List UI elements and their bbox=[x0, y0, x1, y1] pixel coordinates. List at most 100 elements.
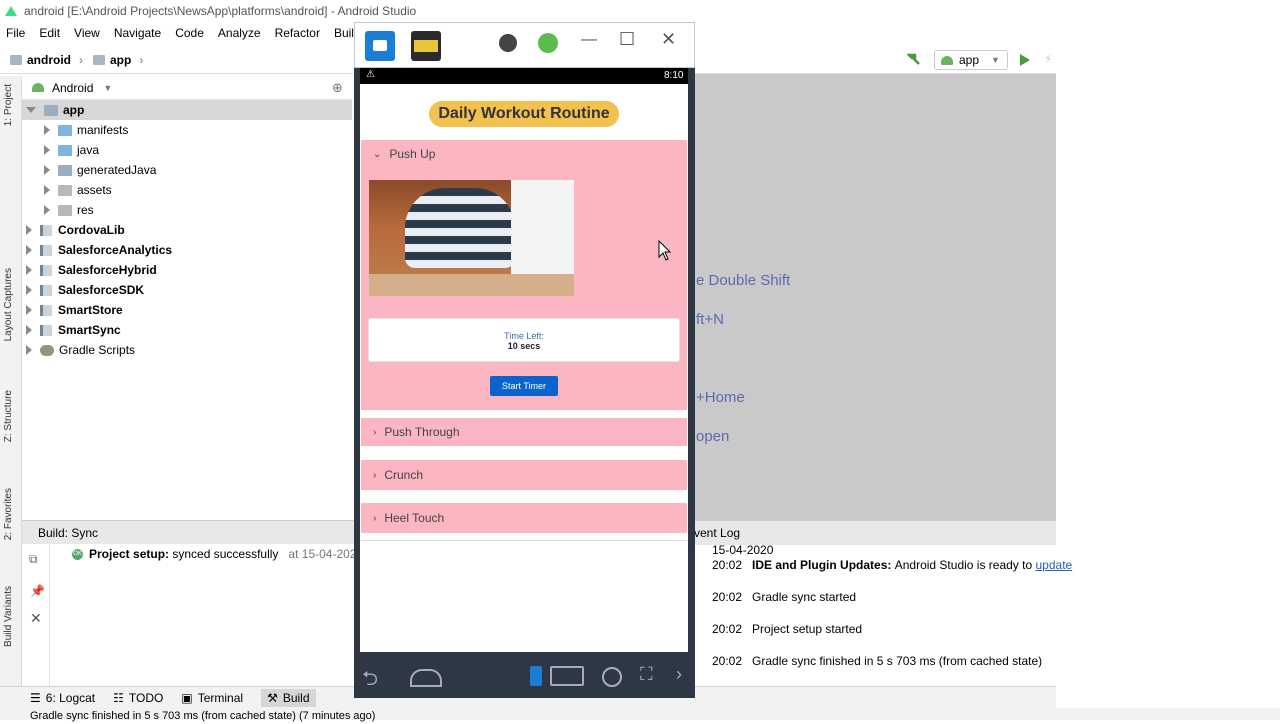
hammer-icon: ⚒ bbox=[267, 690, 278, 705]
tab-build[interactable]: ⚒ Build bbox=[261, 688, 316, 707]
tree-item-java[interactable]: java bbox=[44, 140, 99, 160]
tree-item-gradle-scripts[interactable]: Gradle Scripts bbox=[26, 340, 135, 360]
keyboard-icon[interactable] bbox=[550, 666, 584, 686]
timer-value: 10 secs bbox=[507, 341, 541, 351]
menu-view[interactable]: View bbox=[74, 26, 100, 40]
close-icon[interactable]: ✕ bbox=[661, 29, 676, 50]
logcat-icon: ☰ bbox=[30, 690, 41, 705]
minimize-icon[interactable]: — bbox=[581, 31, 597, 49]
tab-layout-captures[interactable]: Layout Captures bbox=[3, 268, 14, 341]
run-config-select[interactable]: app ▼ bbox=[934, 50, 1008, 70]
build-row-title: Project setup: bbox=[89, 547, 170, 561]
accordion-label: Push Through bbox=[384, 425, 460, 439]
app-thumbnail-icon[interactable] bbox=[411, 31, 441, 61]
accordion-label: Crunch bbox=[384, 468, 424, 482]
menu-edit[interactable]: Edit bbox=[39, 26, 60, 40]
update-link[interactable]: update bbox=[1036, 558, 1073, 572]
rotate-icon[interactable] bbox=[530, 666, 542, 686]
timer-label: Time Left: bbox=[504, 331, 544, 341]
account-icon[interactable] bbox=[499, 34, 517, 52]
folder-icon bbox=[93, 54, 105, 65]
event-row: 20:02 Project setup started bbox=[712, 622, 862, 636]
run-icon[interactable] bbox=[1020, 54, 1030, 66]
home-screen-icon[interactable] bbox=[365, 31, 395, 61]
upload-icon[interactable] bbox=[538, 33, 558, 53]
collapsed-arrow-icon bbox=[44, 185, 50, 195]
tree-item-smartstore[interactable]: SmartStore bbox=[26, 300, 123, 320]
build-sync-tab[interactable]: Build: Sync bbox=[22, 520, 354, 544]
tree-item-app[interactable]: app bbox=[26, 100, 84, 120]
accordion-crunch[interactable]: › Crunch bbox=[361, 460, 687, 490]
tree-item-salesforcesdk[interactable]: SalesforceSDK bbox=[26, 280, 144, 300]
target-icon[interactable]: ⊕ bbox=[332, 80, 343, 96]
chevron-down-icon[interactable]: ▼ bbox=[103, 83, 112, 93]
tree-item-res[interactable]: res bbox=[44, 200, 94, 220]
folder-icon bbox=[58, 124, 72, 136]
tree-item-smartsync[interactable]: SmartSync bbox=[26, 320, 121, 340]
build-log-row[interactable]: OK Project setup: synced successfully at… bbox=[72, 547, 363, 561]
restore-layout-icon[interactable]: ⧉ bbox=[29, 552, 38, 567]
tab-build-variants[interactable]: Build Variants bbox=[3, 586, 14, 647]
tree-item-generatedjava[interactable]: generatedJava bbox=[44, 160, 156, 180]
project-view-mode[interactable]: Android bbox=[52, 81, 93, 95]
close-icon[interactable]: ✕ bbox=[30, 610, 42, 627]
apply-changes-icon[interactable]: ⚡ bbox=[1044, 52, 1052, 66]
breadcrumb-label: android bbox=[27, 52, 71, 67]
breadcrumb-android[interactable]: android › bbox=[10, 53, 83, 67]
tab-favorites[interactable]: 2: Favorites bbox=[3, 488, 14, 540]
menu-refactor[interactable]: Refactor bbox=[275, 26, 320, 40]
menu-file[interactable]: File bbox=[6, 26, 25, 40]
tree-item-label: res bbox=[77, 203, 94, 217]
collapsed-arrow-icon bbox=[26, 245, 32, 255]
pin-icon[interactable]: 📌 bbox=[30, 584, 45, 598]
camera-icon[interactable] bbox=[602, 667, 622, 687]
tab-logcat[interactable]: ☰ 6: Logcat bbox=[30, 691, 95, 705]
divider bbox=[361, 540, 687, 541]
accordion-push-up[interactable]: ⌄ Push Up bbox=[361, 140, 687, 168]
menu-code[interactable]: Code bbox=[175, 26, 204, 40]
tree-item-label: SalesforceAnalytics bbox=[58, 243, 173, 257]
collapsed-arrow-icon bbox=[26, 225, 32, 235]
event-text: Gradle sync started bbox=[752, 590, 857, 604]
exercise-video[interactable] bbox=[369, 180, 574, 296]
event-time: 20:02 bbox=[712, 558, 743, 572]
tree-item-label: generatedJava bbox=[77, 163, 157, 177]
tree-item-label: Gradle Scripts bbox=[59, 343, 136, 357]
collapsed-arrow-icon bbox=[44, 205, 50, 215]
tab-project[interactable]: 1: Project bbox=[3, 84, 14, 126]
terminal-icon: ▣ bbox=[181, 690, 193, 705]
start-timer-button[interactable]: Start Timer bbox=[490, 376, 558, 396]
module-icon bbox=[40, 224, 52, 236]
editor-hint-new: ft+N bbox=[696, 311, 724, 328]
chevron-right-icon[interactable]: › bbox=[676, 664, 682, 685]
breadcrumb-label: app bbox=[110, 52, 132, 67]
tab-structure[interactable]: Z: Structure bbox=[3, 390, 14, 442]
phone-clock: 8:10 bbox=[664, 70, 684, 81]
folder-icon bbox=[58, 184, 72, 196]
tool-window-strip: 1: Project Layout Captures Z: Structure … bbox=[0, 76, 22, 686]
hammer-icon[interactable] bbox=[907, 52, 921, 66]
menu-analyze[interactable]: Analyze bbox=[218, 26, 261, 40]
tree-item-salesforceanalytics[interactable]: SalesforceAnalytics bbox=[26, 240, 172, 260]
module-icon bbox=[40, 264, 52, 276]
tree-item-label: app bbox=[63, 103, 85, 117]
accordion-push-through[interactable]: › Push Through bbox=[361, 418, 687, 446]
accordion-heel-touch[interactable]: › Heel Touch bbox=[361, 503, 687, 533]
tab-terminal[interactable]: ▣ Terminal bbox=[181, 691, 243, 705]
tree-item-label: SalesforceHybrid bbox=[58, 263, 157, 277]
breadcrumb-app[interactable]: app › bbox=[93, 53, 143, 67]
tree-item-manifests[interactable]: manifests bbox=[44, 120, 128, 140]
menu-navigate[interactable]: Navigate bbox=[114, 26, 161, 40]
tree-item-assets[interactable]: assets bbox=[44, 180, 112, 200]
back-icon[interactable]: ⮌ bbox=[362, 664, 378, 698]
event-time: 20:02 bbox=[712, 622, 743, 636]
collapsed-arrow-icon bbox=[44, 125, 50, 135]
event-log-header[interactable]: vent Log bbox=[694, 521, 1056, 545]
tree-item-salesforcehybrid[interactable]: SalesforceHybrid bbox=[26, 260, 157, 280]
home-icon[interactable] bbox=[410, 669, 442, 687]
tree-item-cordovalib[interactable]: CordovaLib bbox=[26, 220, 125, 240]
status-text: Gradle sync finished in 5 s 703 ms (from… bbox=[30, 710, 376, 722]
tab-todo[interactable]: ☷ TODO bbox=[113, 691, 163, 705]
fullscreen-icon[interactable]: ⛶ bbox=[640, 664, 653, 685]
maximize-icon[interactable]: ☐ bbox=[619, 29, 635, 50]
